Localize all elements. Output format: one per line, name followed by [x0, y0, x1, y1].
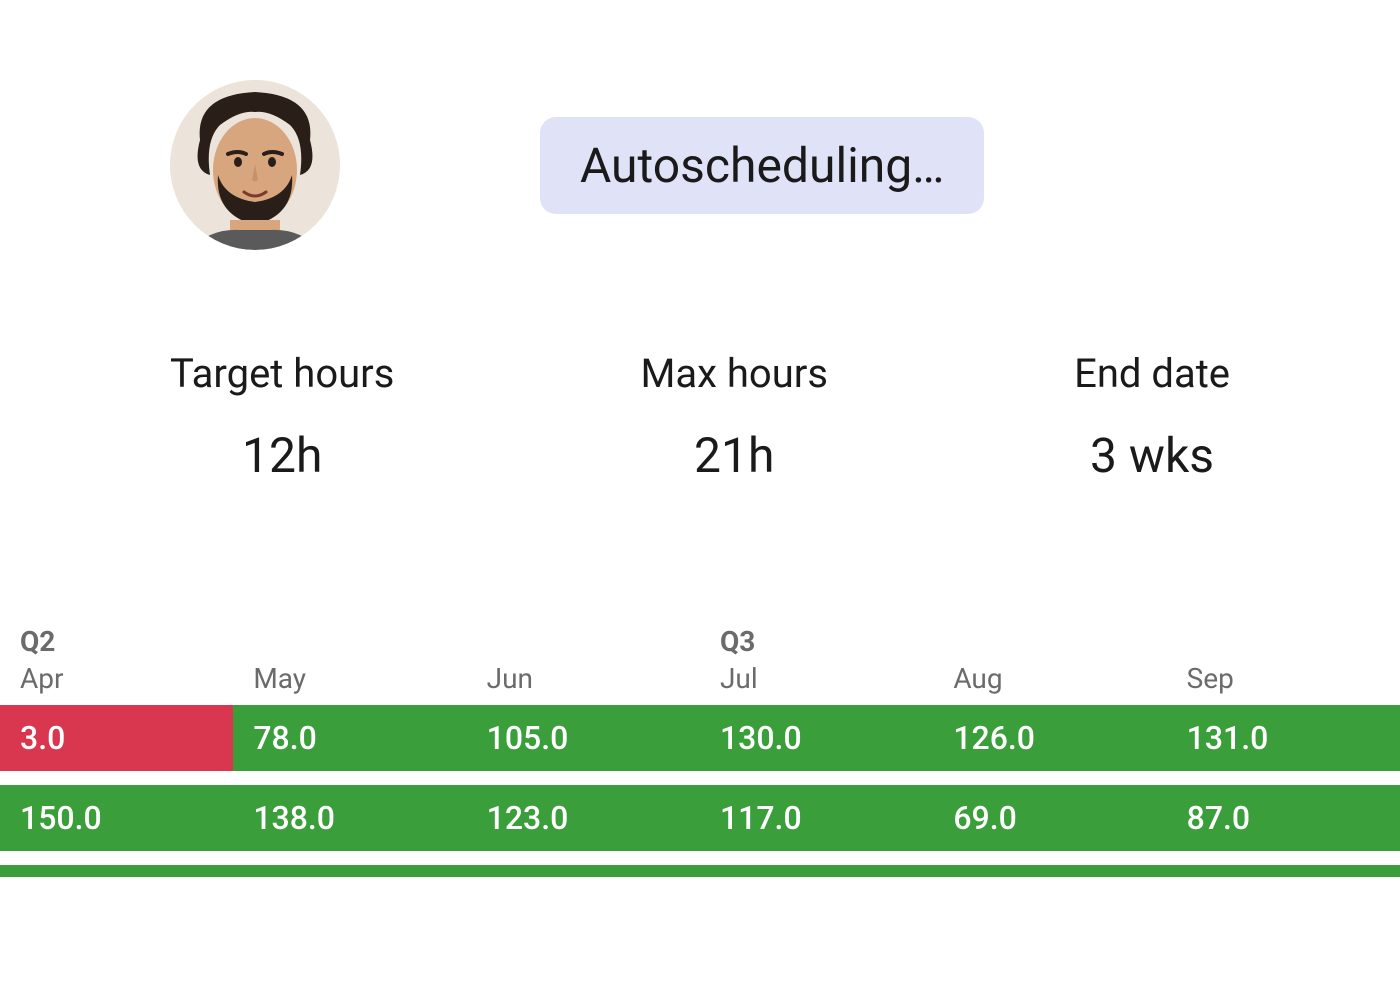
- data-cell[interactable]: 117.0: [700, 785, 933, 851]
- data-cell[interactable]: 130.0: [700, 705, 933, 771]
- autoscheduling-status: Autoscheduling…: [540, 117, 984, 214]
- month-label: Sep: [1167, 658, 1400, 705]
- data-cell[interactable]: 138.0: [233, 785, 466, 851]
- quarter-label: [467, 624, 700, 658]
- stat-label: End date: [1074, 350, 1230, 397]
- header-row: Autoscheduling…: [0, 0, 1400, 250]
- avatar-image: [170, 80, 340, 250]
- timeline: Q2 Apr May Jun Q3 Jul Aug Sep 3.0 78.0 1…: [0, 624, 1400, 877]
- data-cell[interactable]: 3.0: [0, 705, 233, 771]
- quarter-label: Q2: [0, 624, 233, 658]
- stat-end-date: End date 3 wks: [1074, 350, 1230, 484]
- month-col: Q2 Apr: [0, 624, 233, 705]
- month-label: Apr: [0, 658, 233, 705]
- stat-label: Target hours: [170, 350, 394, 397]
- data-row[interactable]: 150.0 138.0 123.0 117.0 69.0 87.0: [0, 785, 1400, 851]
- quarter-label: Q3: [700, 624, 933, 658]
- month-col: May: [233, 624, 466, 705]
- stat-label: Max hours: [640, 350, 828, 397]
- month-col: Q3 Jul: [700, 624, 933, 705]
- data-row-partial[interactable]: [0, 865, 1400, 877]
- stat-value: 3 wks: [1090, 427, 1214, 484]
- stat-value: 12h: [242, 427, 322, 484]
- stats-row: Target hours 12h Max hours 21h End date …: [0, 250, 1400, 484]
- month-label: Aug: [933, 658, 1166, 705]
- data-cell[interactable]: 123.0: [467, 785, 700, 851]
- quarter-label: [233, 624, 466, 658]
- month-label: May: [233, 658, 466, 705]
- month-label: Jun: [467, 658, 700, 705]
- data-cell[interactable]: 105.0: [467, 705, 700, 771]
- month-label: Jul: [700, 658, 933, 705]
- data-cell[interactable]: 69.0: [933, 785, 1166, 851]
- month-col: Aug: [933, 624, 1166, 705]
- stat-value: 21h: [694, 427, 774, 484]
- data-cell[interactable]: 150.0: [0, 785, 233, 851]
- stat-max-hours: Max hours 21h: [640, 350, 828, 484]
- data-cell[interactable]: 78.0: [233, 705, 466, 771]
- data-cell[interactable]: 131.0: [1167, 705, 1400, 771]
- quarter-label: [1167, 624, 1400, 658]
- quarter-label: [933, 624, 1166, 658]
- data-cell[interactable]: 87.0: [1167, 785, 1400, 851]
- month-col: Jun: [467, 624, 700, 705]
- timeline-header: Q2 Apr May Jun Q3 Jul Aug Sep: [0, 624, 1400, 705]
- avatar[interactable]: [170, 80, 340, 250]
- data-row[interactable]: 3.0 78.0 105.0 130.0 126.0 131.0: [0, 705, 1400, 771]
- stat-target-hours: Target hours 12h: [170, 350, 394, 484]
- month-col: Sep: [1167, 624, 1400, 705]
- data-cell[interactable]: 126.0: [933, 705, 1166, 771]
